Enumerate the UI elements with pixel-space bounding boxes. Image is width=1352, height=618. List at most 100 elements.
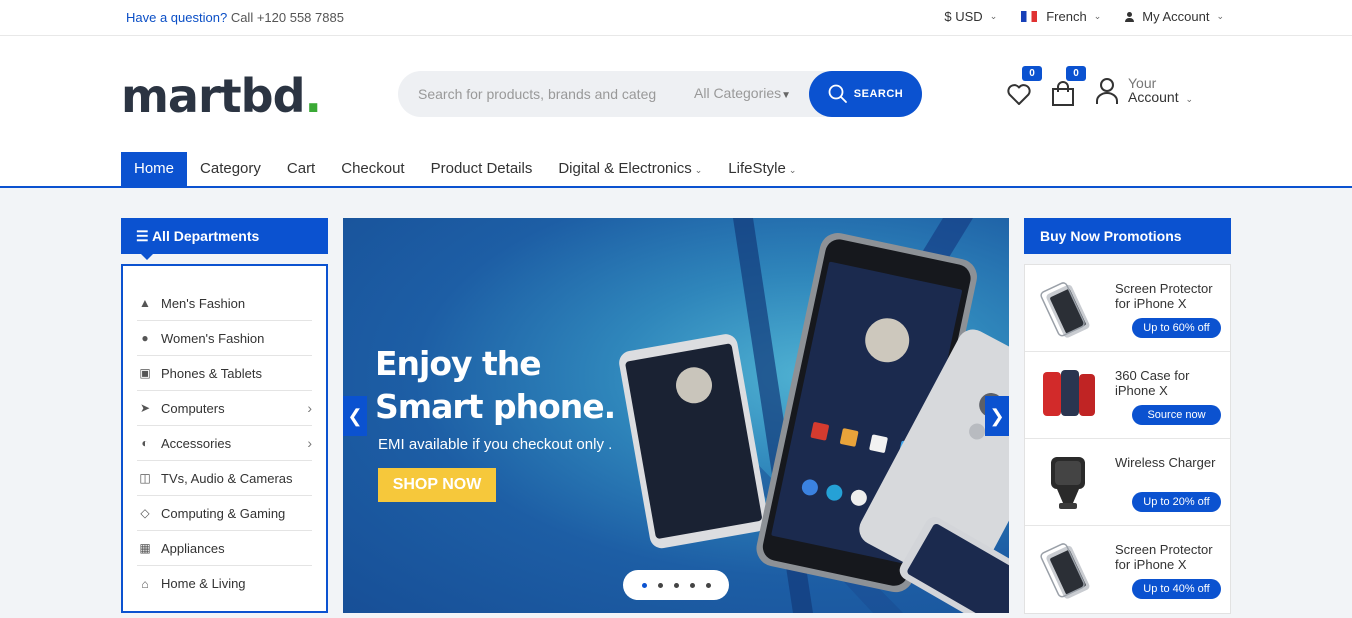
hero-title-line1: Enjoy the (375, 344, 542, 383)
currency-select[interactable]: $ USD ⌄ (944, 9, 997, 24)
list-icon: ☰ (136, 228, 149, 244)
my-account-menu[interactable]: My Account ⌄ (1125, 9, 1224, 24)
dept-label: TVs, Audio & Cameras (161, 470, 293, 486)
promo-badge[interactable]: Up to 20% off (1132, 492, 1221, 512)
dept-item-mens-fashion[interactable]: ▲ Men's Fashion (137, 286, 312, 321)
slider-dot[interactable] (657, 582, 663, 588)
nav-category[interactable]: Category (187, 152, 274, 186)
dept-item-tvs-audio-cameras[interactable]: ◫ TVs, Audio & Cameras (137, 461, 312, 496)
user-icon (1125, 11, 1135, 22)
all-departments-title: All Departments (151, 228, 260, 244)
all-departments-header[interactable]: ☰ All Departments (121, 218, 328, 260)
dept-item-home-living[interactable]: ⌂ Home & Living (137, 566, 312, 601)
cart-count-badge: 0 (1066, 66, 1086, 81)
promo-badge[interactable]: Up to 40% off (1132, 579, 1221, 599)
language-label: French (1046, 9, 1087, 24)
dept-label: Accessories (161, 435, 232, 451)
top-bar: Have a question? Call +120 558 7885 $ US… (0, 0, 1352, 36)
promo-item[interactable]: Wireless Charger Up to 20% off (1025, 439, 1230, 526)
promo-item[interactable]: 360 Case for iPhone X Source now (1025, 352, 1230, 439)
dept-item-phones-tablets[interactable]: ▣ Phones & Tablets (137, 356, 312, 391)
slider-dot[interactable] (705, 582, 711, 588)
chevron-down-icon: ⌄ (788, 165, 797, 175)
slider-dot[interactable] (641, 582, 647, 588)
promo-item[interactable]: Screen Protector for iPhone X Up to 60% … (1025, 265, 1230, 352)
chevron-right-icon: › (307, 400, 312, 416)
nav-lifestyle-label: LifeStyle (728, 160, 786, 177)
nav-cart[interactable]: Cart (274, 152, 328, 186)
chevron-right-icon: ❯ (989, 406, 1005, 426)
shop-now-button[interactable]: SHOP NOW (378, 468, 496, 502)
search-icon (828, 84, 847, 103)
nav-digital-electronics-label: Digital & Electronics (558, 160, 692, 177)
account-line1: Your (1128, 75, 1157, 91)
category-select[interactable]: All Categories▼ (694, 85, 791, 101)
dept-label: Computing & Gaming (161, 505, 286, 521)
chevron-down-icon: ⌄ (989, 11, 998, 21)
pointer-arrow (141, 254, 153, 260)
nav-product-details[interactable]: Product Details (418, 152, 546, 186)
nav-digital-electronics[interactable]: Digital & Electronics ⌄ (545, 152, 715, 186)
promo-title: Wireless Charger (1115, 455, 1216, 470)
nav-lifestyle[interactable]: LifeStyle ⌄ (715, 152, 809, 186)
flag-icon (1021, 11, 1038, 22)
account-line2: Account (1128, 89, 1179, 105)
hero-title-line2: Smart phone. (375, 387, 616, 426)
promo-title: Screen Protector for iPhone X (1115, 281, 1213, 311)
slider-dot[interactable] (689, 582, 695, 588)
search-button[interactable]: SEARCH (809, 71, 922, 117)
hero-title: Enjoy the Smart phone. (375, 342, 616, 428)
contact-info: Have a question? Call +120 558 7885 (126, 10, 344, 25)
dept-label: Men's Fashion (161, 295, 246, 311)
video-icon: ▣ (139, 366, 151, 380)
slider-next-button[interactable]: ❯ (985, 396, 1009, 436)
promo-item[interactable]: Screen Protector for iPhone X Up to 40% … (1025, 526, 1230, 613)
iphone-case-image (1043, 370, 1095, 416)
gift-icon: ▦ (139, 541, 151, 555)
promotions-header: Buy Now Promotions (1024, 218, 1231, 254)
currency-label: $ USD (944, 9, 983, 24)
screen-protector-image (1040, 543, 1090, 599)
your-account-menu[interactable]: Your Account ⌄ (1094, 76, 1193, 106)
dept-label: Women's Fashion (161, 330, 265, 346)
dept-item-womens-fashion[interactable]: ● Women's Fashion (137, 321, 312, 356)
my-account-label: My Account (1142, 9, 1210, 24)
nav-checkout[interactable]: Checkout (328, 152, 417, 186)
promo-badge[interactable]: Up to 60% off (1132, 318, 1221, 338)
search-input[interactable] (418, 83, 668, 105)
dept-label: Phones & Tablets (161, 365, 262, 381)
dept-item-accessories[interactable]: ◐ Accessories › (137, 426, 312, 461)
chevron-right-icon: › (307, 435, 312, 451)
slider-dot[interactable] (673, 582, 679, 588)
question-link[interactable]: Have a question? (126, 10, 227, 25)
home-icon: ⌂ (141, 576, 149, 591)
account-line2-row: Account ⌄ (1128, 90, 1193, 106)
chevron-down-icon: ⌄ (1185, 94, 1194, 104)
language-select[interactable]: French ⌄ (1021, 9, 1101, 24)
promo-badge[interactable]: Source now (1132, 405, 1221, 425)
logo[interactable]: martbd. (121, 69, 323, 123)
chevron-left-icon: ❮ (347, 406, 363, 426)
wishlist-button[interactable]: 0 (1006, 66, 1042, 110)
tag-icon: ◇ (140, 506, 150, 520)
caret-down-icon: ▼ (781, 90, 792, 101)
hero-subtitle: EMI available if you checkout only . (378, 436, 613, 453)
nav-underline (0, 186, 1352, 188)
category-select-label: All Categories (694, 85, 782, 101)
nav-home[interactable]: Home (121, 152, 188, 186)
dept-item-computing-gaming[interactable]: ◇ Computing & Gaming (137, 496, 312, 531)
slider-prev-button[interactable]: ❮ (343, 396, 367, 436)
logo-dot: . (304, 69, 323, 123)
user-icon (1096, 78, 1118, 104)
cart-button[interactable]: 0 (1050, 66, 1086, 110)
dept-item-appliances[interactable]: ▦ Appliances (137, 531, 312, 566)
car-icon: ◫ (139, 471, 151, 485)
dept-label: Appliances (161, 540, 225, 556)
chevron-down-icon: ⌄ (1093, 11, 1102, 21)
user-icon: ● (141, 331, 149, 345)
wireless-charger-image (1051, 457, 1085, 509)
dept-item-computers[interactable]: ➤ Computers › (137, 391, 312, 426)
phone-text: Call +120 558 7885 (230, 10, 344, 25)
promo-title: 360 Case for iPhone X (1115, 368, 1190, 398)
dept-label: Computers (161, 400, 225, 416)
